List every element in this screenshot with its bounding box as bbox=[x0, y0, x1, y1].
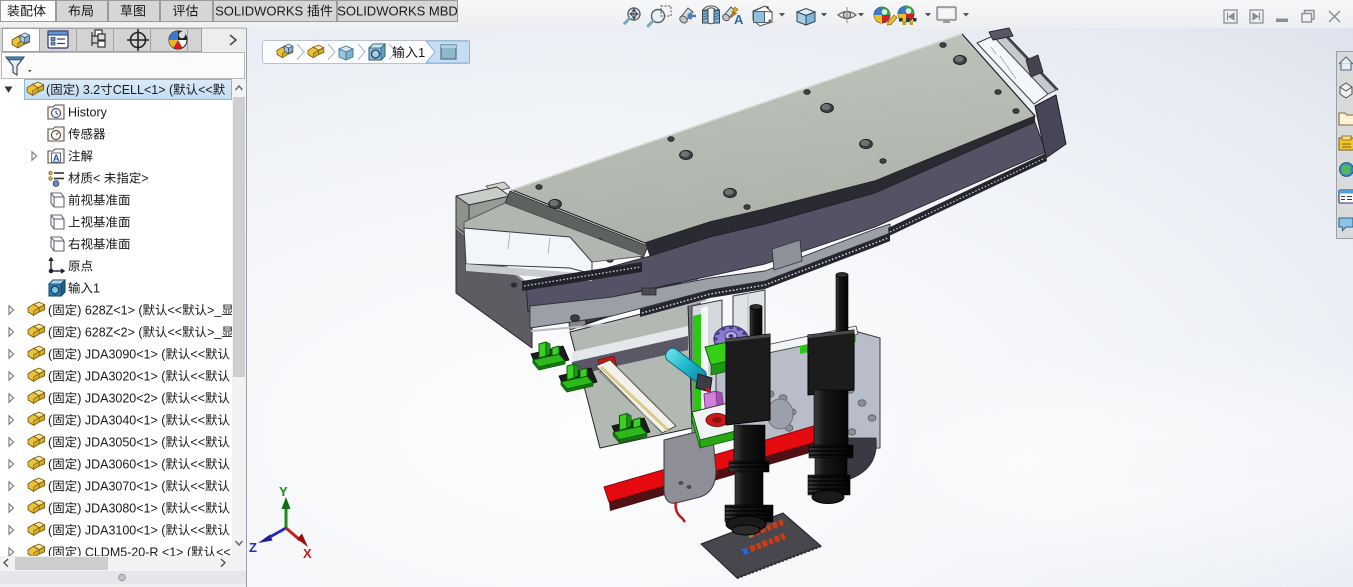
svg-text:) JDA3080<1> (: ) JDA3080<1> ( bbox=[77, 502, 166, 516]
svg-text:<<: << bbox=[190, 502, 205, 516]
svg-text:>_: >_ bbox=[207, 304, 222, 318]
svg-text:) 628Z<2> (: ) 628Z<2> ( bbox=[77, 326, 143, 340]
svg-text:<<: << bbox=[198, 83, 213, 97]
svg-text:<<: << bbox=[168, 326, 183, 340]
svg-text:) JDA3070<1> (: ) JDA3070<1> ( bbox=[77, 480, 166, 494]
svg-text:) 3.2: ) 3.2 bbox=[75, 83, 100, 97]
svg-text:A: A bbox=[734, 12, 744, 27]
svg-text:1: 1 bbox=[93, 282, 100, 296]
svg-text:Z: Z bbox=[249, 540, 257, 555]
svg-text:A: A bbox=[53, 153, 60, 163]
svg-text:) JDA3020<1> (: ) JDA3020<1> ( bbox=[77, 370, 166, 384]
svg-text:>: > bbox=[141, 172, 148, 186]
svg-text:X: X bbox=[303, 546, 312, 561]
svg-text:<<: << bbox=[190, 392, 205, 406]
svg-text:<<: << bbox=[190, 348, 205, 362]
svg-text:) JDA3020<2> (: ) JDA3020<2> ( bbox=[77, 392, 166, 406]
svg-text:<<: << bbox=[168, 304, 183, 318]
svg-text:<<: << bbox=[190, 524, 205, 538]
svg-text:1: 1 bbox=[418, 45, 425, 60]
svg-text:) 628Z<1> (: ) 628Z<1> ( bbox=[77, 304, 143, 318]
svg-text:>_: >_ bbox=[207, 326, 222, 340]
svg-text:SOLIDWORKS MBD: SOLIDWORKS MBD bbox=[337, 4, 458, 19]
svg-text:<<: << bbox=[190, 458, 205, 472]
svg-text:<<: << bbox=[190, 436, 205, 450]
svg-text:) JDA3050<1> (: ) JDA3050<1> ( bbox=[77, 436, 166, 450]
svg-text:<<: << bbox=[190, 370, 205, 384]
svg-text:<<: << bbox=[190, 480, 205, 494]
svg-text:) JDA3100<1> (: ) JDA3100<1> ( bbox=[77, 524, 166, 538]
svg-text:) JDA3090<1> (: ) JDA3090<1> ( bbox=[77, 348, 166, 362]
svg-text:<<: << bbox=[190, 414, 205, 428]
svg-text:SOLIDWORKS: SOLIDWORKS bbox=[215, 4, 303, 19]
svg-text:CELL<1> (: CELL<1> ( bbox=[113, 83, 174, 97]
svg-text:<: < bbox=[93, 172, 100, 186]
svg-text:Y: Y bbox=[279, 484, 288, 499]
svg-text:) JDA3060<1> (: ) JDA3060<1> ( bbox=[77, 458, 166, 472]
svg-text:History: History bbox=[68, 106, 108, 120]
svg-text:) JDA3040<1> (: ) JDA3040<1> ( bbox=[77, 414, 166, 428]
